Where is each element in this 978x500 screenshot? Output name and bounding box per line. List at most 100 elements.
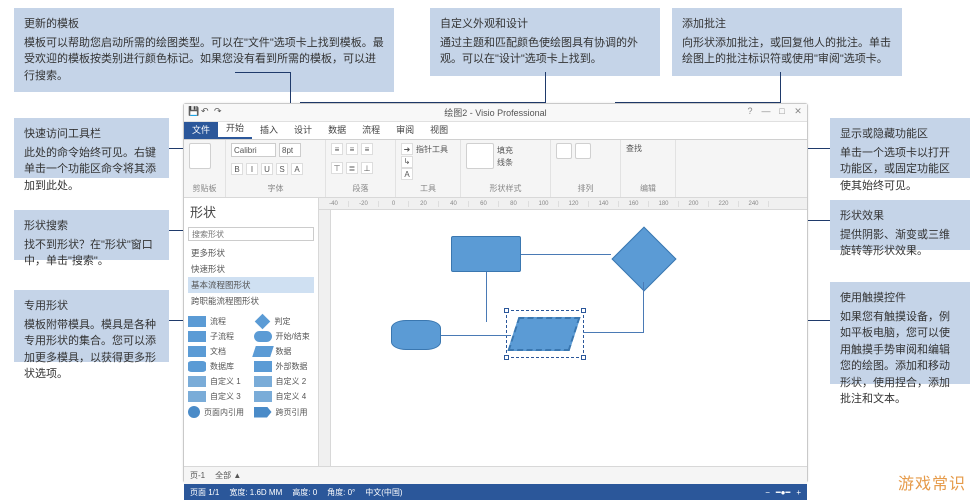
page-all[interactable]: 全部 ▲: [215, 470, 241, 481]
shape-icon[interactable]: [188, 391, 206, 402]
shape-icon[interactable]: [188, 361, 206, 372]
shape-icon[interactable]: [188, 376, 206, 387]
ribbon-group-edit: 查找 编辑: [621, 140, 676, 197]
callout-title: 快速访问工具栏: [24, 126, 159, 143]
group-label: 剪贴板: [189, 183, 220, 194]
shape-icon[interactable]: [254, 331, 272, 342]
tab-file[interactable]: 文件: [184, 120, 218, 139]
shape-icon[interactable]: [254, 407, 272, 418]
strike-button[interactable]: S: [276, 163, 288, 175]
fill-button[interactable]: 填充: [497, 145, 513, 156]
position-button[interactable]: [575, 143, 591, 159]
connector-tool-button[interactable]: ↳: [401, 156, 413, 168]
vertical-ruler: [319, 210, 331, 466]
shape-data[interactable]: [391, 320, 441, 350]
close-icon[interactable]: ✕: [793, 106, 803, 117]
pointer-line: [808, 220, 830, 221]
connector[interactable]: [521, 254, 611, 255]
stencil-item-basic[interactable]: 基本流程图形状: [188, 277, 314, 293]
connector[interactable]: [643, 282, 644, 332]
text-tool-button[interactable]: A: [401, 168, 413, 180]
shapes-pane: 形状 更多形状 快速形状 基本流程图形状 跨职能流程图形状 流程判定子流程开始/…: [184, 198, 319, 466]
connector[interactable]: [583, 332, 644, 333]
resize-handle[interactable]: [504, 308, 509, 313]
shape-icon[interactable]: [188, 331, 206, 342]
save-icon[interactable]: 💾: [188, 106, 198, 116]
ribbon-group-paragraph: ≡ ≡ ≡ ⊤ ≣ ⊥ 段落: [326, 140, 396, 197]
font-color-button[interactable]: A: [291, 163, 303, 175]
resize-handle[interactable]: [581, 355, 586, 360]
tab-review[interactable]: 审阅: [388, 120, 422, 139]
font-size-select[interactable]: 8pt: [279, 143, 301, 157]
paste-button[interactable]: [189, 143, 211, 169]
stencil-item-more[interactable]: 更多形状: [188, 245, 314, 261]
arrange-button[interactable]: [556, 143, 572, 159]
tab-view[interactable]: 视图: [422, 120, 456, 139]
shape-label: 自定义 4: [276, 391, 307, 402]
connector[interactable]: [441, 335, 511, 336]
group-label: 字体: [231, 183, 320, 194]
ribbon-group-clipboard: 剪贴板: [184, 140, 226, 197]
shape-icon[interactable]: [254, 361, 272, 372]
resize-handle[interactable]: [504, 355, 509, 360]
find-button[interactable]: 查找: [626, 143, 642, 154]
callout-title: 使用触摸控件: [840, 290, 960, 307]
undo-icon[interactable]: ↶: [201, 106, 211, 116]
shape-icon[interactable]: [254, 391, 272, 402]
shape-icon[interactable]: [252, 346, 274, 357]
shape-process[interactable]: [451, 236, 521, 272]
tab-data[interactable]: 数据: [320, 120, 354, 139]
status-height: 高度: 0: [292, 487, 317, 498]
pointer-line: [808, 148, 830, 149]
valign-mid-button[interactable]: ≣: [346, 162, 358, 174]
align-center-button[interactable]: ≡: [346, 143, 358, 155]
pointer-tool-button[interactable]: ➜: [401, 143, 413, 155]
stencil-item-quick[interactable]: 快速形状: [188, 261, 314, 277]
align-left-button[interactable]: ≡: [331, 143, 343, 155]
minimize-icon[interactable]: —: [761, 106, 771, 117]
shape-icon[interactable]: [188, 316, 206, 327]
tab-insert[interactable]: 插入: [252, 120, 286, 139]
connector[interactable]: [486, 272, 487, 322]
help-icon[interactable]: ?: [745, 106, 755, 117]
shape-icon[interactable]: [254, 376, 272, 387]
shape-parallelogram[interactable]: [507, 317, 580, 351]
callout-comments: 添加批注 向形状添加批注，或回复他人的批注。单击绘图上的批注标识符或使用"审阅"…: [672, 8, 902, 76]
line-button[interactable]: 线条: [497, 157, 513, 168]
page-tab[interactable]: 页-1: [190, 470, 205, 481]
valign-bot-button[interactable]: ⊥: [361, 162, 373, 174]
font-select[interactable]: Calibri: [231, 143, 276, 157]
callout-body: 此处的命令始终可见。右键单击一个功能区命令将其添加到此处。: [24, 145, 159, 195]
bold-button[interactable]: B: [231, 163, 243, 175]
callout-title: 添加批注: [682, 16, 892, 33]
callout-design: 自定义外观和设计 通过主题和匹配颜色使绘图具有协调的外观。可以在"设计"选项卡上…: [430, 8, 660, 76]
ribbon-tabs: 文件 开始 插入 设计 数据 流程 审阅 视图: [184, 122, 807, 140]
shape-decision[interactable]: [611, 226, 676, 291]
shape-icon[interactable]: [254, 314, 270, 330]
shape-label: 子流程: [210, 331, 234, 342]
tab-process[interactable]: 流程: [354, 120, 388, 139]
shape-icon[interactable]: [188, 406, 200, 418]
zoom-slider[interactable]: ━●━: [776, 488, 790, 497]
drawing-canvas[interactable]: [331, 210, 807, 466]
pointer-line: [545, 72, 546, 102]
redo-icon[interactable]: ↷: [214, 106, 224, 116]
quick-style-button[interactable]: [466, 143, 494, 169]
valign-top-button[interactable]: ⊤: [331, 162, 343, 174]
resize-handle[interactable]: [581, 308, 586, 313]
align-right-button[interactable]: ≡: [361, 143, 373, 155]
italic-button[interactable]: I: [246, 163, 258, 175]
zoom-out-button[interactable]: −: [765, 488, 770, 497]
underline-button[interactable]: U: [261, 163, 273, 175]
shapes-search-input[interactable]: [188, 227, 314, 241]
status-width: 宽度: 1.6D MM: [229, 487, 282, 498]
window-controls: ? — □ ✕: [745, 106, 803, 117]
stencil-item-crossfunc[interactable]: 跨职能流程图形状: [188, 293, 314, 309]
tab-design[interactable]: 设计: [286, 120, 320, 139]
maximize-icon[interactable]: □: [777, 106, 787, 117]
shapes-pane-title: 形状: [184, 198, 318, 225]
group-label: 工具: [401, 183, 455, 194]
shape-label: 判定: [275, 316, 291, 327]
zoom-in-button[interactable]: +: [796, 488, 801, 497]
shape-icon[interactable]: [188, 346, 206, 357]
